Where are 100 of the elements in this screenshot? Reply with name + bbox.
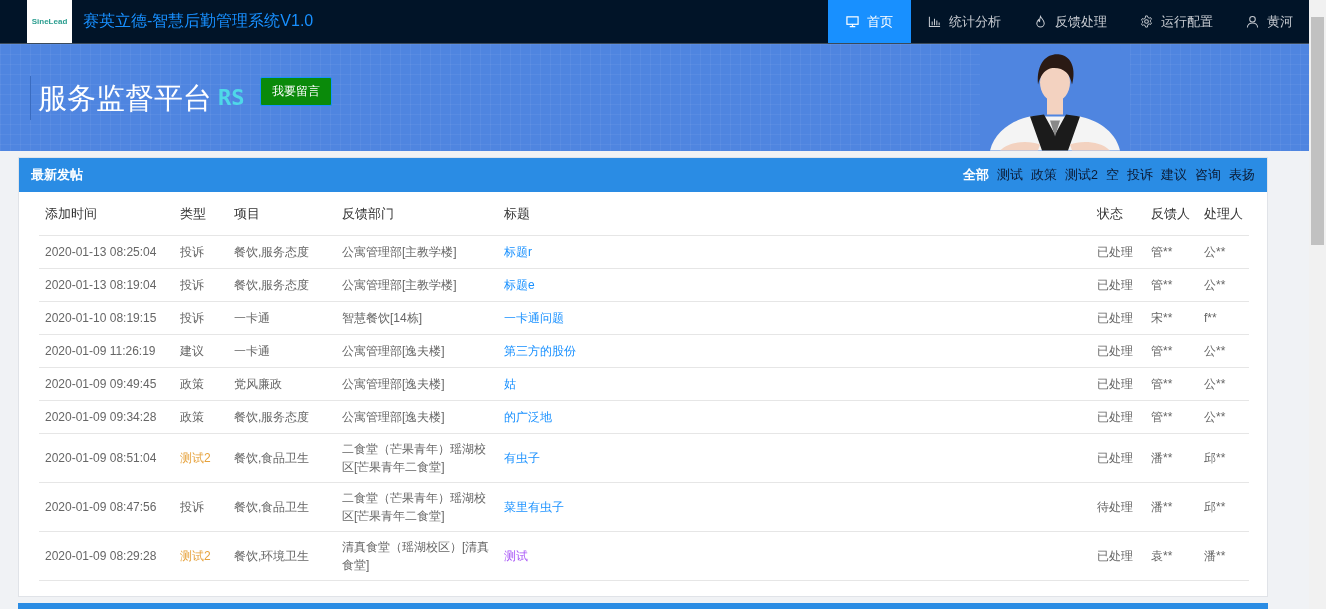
- table-cell-text: 公寓管理部[主教学楼]: [341, 277, 458, 294]
- title-link[interactable]: 菜里有虫子: [504, 500, 564, 514]
- column-header: 类型: [179, 205, 207, 223]
- column-header: 处理人: [1203, 205, 1244, 223]
- table-cell-text: 餐饮,服务态度: [233, 244, 311, 261]
- table-cell-text: 二食堂（芒果青年）瑶湖校区[芒果青年二食堂]: [341, 490, 487, 525]
- filter-tab[interactable]: 咨询: [1195, 166, 1221, 184]
- title-link[interactable]: 标题r: [504, 245, 532, 259]
- nav-item[interactable]: 运行配置: [1123, 0, 1229, 43]
- table-cell-text: 餐饮,环境卫生: [233, 548, 311, 565]
- table-cell-text: 政策: [179, 409, 205, 426]
- table-cell-text: 2020-01-09 09:34:28: [44, 409, 158, 426]
- table-cell-text: 一卡通: [233, 310, 271, 327]
- table-cell-text: 2020-01-10 08:19:15: [44, 310, 158, 327]
- table-cell-text: 建议: [179, 343, 205, 360]
- table-cell-text: 潘**: [1150, 499, 1174, 516]
- table-cell-text: 餐饮,服务态度: [233, 277, 311, 294]
- nav-item[interactable]: 黄河: [1229, 0, 1309, 43]
- filter-tab[interactable]: 政策: [1031, 166, 1058, 184]
- flame-icon: [1034, 15, 1047, 28]
- table-cell-text: 投诉: [179, 310, 205, 327]
- table-cell-text: 待处理: [1096, 499, 1134, 516]
- nav-item[interactable]: 首页: [828, 0, 911, 43]
- column-header: 反馈部门: [341, 205, 395, 223]
- title-link[interactable]: 标题e: [504, 278, 535, 292]
- filter-tab[interactable]: 投诉: [1127, 166, 1153, 184]
- table-cell-text: 宋**: [1150, 310, 1174, 327]
- filter-tab[interactable]: 空: [1106, 166, 1119, 184]
- table-cell-text: 公**: [1203, 343, 1227, 360]
- table-cell-text: 邱**: [1203, 450, 1227, 467]
- banner-title: 服务监督平台: [30, 75, 212, 120]
- table-cell-text: 公**: [1203, 277, 1227, 294]
- scrollbar[interactable]: [1309, 0, 1326, 609]
- title-link[interactable]: 姑: [504, 377, 516, 391]
- table-cell-text: 投诉: [179, 277, 205, 294]
- table-cell-text: 已处理: [1096, 450, 1134, 467]
- column-header: 项目: [233, 205, 261, 223]
- table-cell-text: 公寓管理部[主教学楼]: [341, 244, 458, 261]
- table-cell-text: 已处理: [1096, 376, 1134, 393]
- table-cell-text: 投诉: [179, 244, 205, 261]
- table-cell-text: 公寓管理部[逸夫楼]: [341, 409, 446, 426]
- monitor-icon: [846, 15, 859, 28]
- table-cell-text: 管**: [1150, 244, 1174, 261]
- column-header: 添加时间: [44, 205, 98, 223]
- table-cell-text: 袁**: [1150, 548, 1174, 565]
- filter-tab[interactable]: 建议: [1161, 166, 1187, 184]
- nav-item[interactable]: 反馈处理: [1017, 0, 1123, 43]
- table-cell-text: 餐饮,食品卫生: [233, 499, 311, 516]
- leave-message-button[interactable]: 我要留言: [260, 77, 332, 106]
- table-cell-text: 测试2: [179, 450, 212, 467]
- table-cell-text: 公寓管理部[逸夫楼]: [341, 343, 446, 360]
- table-cell-text: 二食堂（芒果青年）瑶湖校区[芒果青年二食堂]: [341, 441, 487, 476]
- title-link[interactable]: 有虫子: [504, 451, 540, 465]
- table-cell-text: 2020-01-09 08:51:04: [44, 450, 158, 467]
- table-cell-text: 餐饮,服务态度: [233, 409, 311, 426]
- table-cell-text: 已处理: [1096, 343, 1134, 360]
- table-cell-text: f**: [1203, 310, 1218, 327]
- table-cell-text: 餐饮,食品卫生: [233, 450, 311, 467]
- logo-text: RS: [218, 85, 246, 110]
- panel-title: 最新发帖: [31, 166, 83, 184]
- table-cell-text: 2020-01-13 08:19:04: [44, 277, 158, 294]
- table-cell-text: 潘**: [1203, 548, 1227, 565]
- table-cell-text: 投诉: [179, 499, 205, 516]
- table-cell-text: 潘**: [1150, 450, 1174, 467]
- title-link[interactable]: 的广泛地: [504, 410, 552, 424]
- table-cell-text: 2020-01-09 08:29:28: [44, 548, 158, 565]
- table-cell-text: 已处理: [1096, 310, 1134, 327]
- table-cell-text: 已处理: [1096, 409, 1134, 426]
- table-cell-text: 邱**: [1203, 499, 1227, 516]
- table-cell-text: 管**: [1150, 376, 1174, 393]
- table-cell-text: 2020-01-13 08:25:04: [44, 244, 158, 261]
- column-header: 标题: [503, 205, 531, 223]
- table-cell-text: 公**: [1203, 244, 1227, 261]
- filter-tab[interactable]: 表扬: [1229, 166, 1255, 184]
- table-cell-text: 清真食堂（瑶湖校区）[清真食堂]: [341, 539, 491, 574]
- table-cell-text: 公**: [1203, 409, 1227, 426]
- table-cell-text: 已处理: [1096, 548, 1134, 565]
- table-cell-text: 测试2: [179, 548, 212, 565]
- table-cell-text: 管**: [1150, 277, 1174, 294]
- filter-tab[interactable]: 测试: [997, 166, 1024, 184]
- title-link[interactable]: 测试: [504, 549, 528, 563]
- table-cell-text: 已处理: [1096, 277, 1134, 294]
- column-header: 状态: [1096, 205, 1124, 223]
- table-cell-text: 管**: [1150, 343, 1174, 360]
- app-title: 赛英立德-智慧后勤管理系统V1.0: [83, 11, 314, 31]
- table-cell-text: 政策: [179, 376, 205, 393]
- column-header: 反馈人: [1150, 205, 1191, 223]
- filter-tab[interactable]: 测试2: [1065, 166, 1098, 184]
- logo: SineLead: [27, 0, 72, 43]
- table-cell-text: 管**: [1150, 409, 1174, 426]
- table-cell-text: 已处理: [1096, 244, 1134, 261]
- filter-tab[interactable]: 全部: [963, 166, 990, 184]
- nav-item[interactable]: 统计分析: [911, 0, 1017, 43]
- user-icon: [1246, 15, 1259, 28]
- title-link[interactable]: 第三方的股份: [504, 344, 576, 358]
- table-cell-text: 党风廉政: [233, 376, 283, 393]
- table-cell-text: 智慧餐饮[14栋]: [341, 310, 423, 327]
- table-cell-text: 一卡通: [233, 343, 271, 360]
- title-link[interactable]: 一卡通问题: [504, 311, 564, 325]
- table-cell-text: 公**: [1203, 376, 1227, 393]
